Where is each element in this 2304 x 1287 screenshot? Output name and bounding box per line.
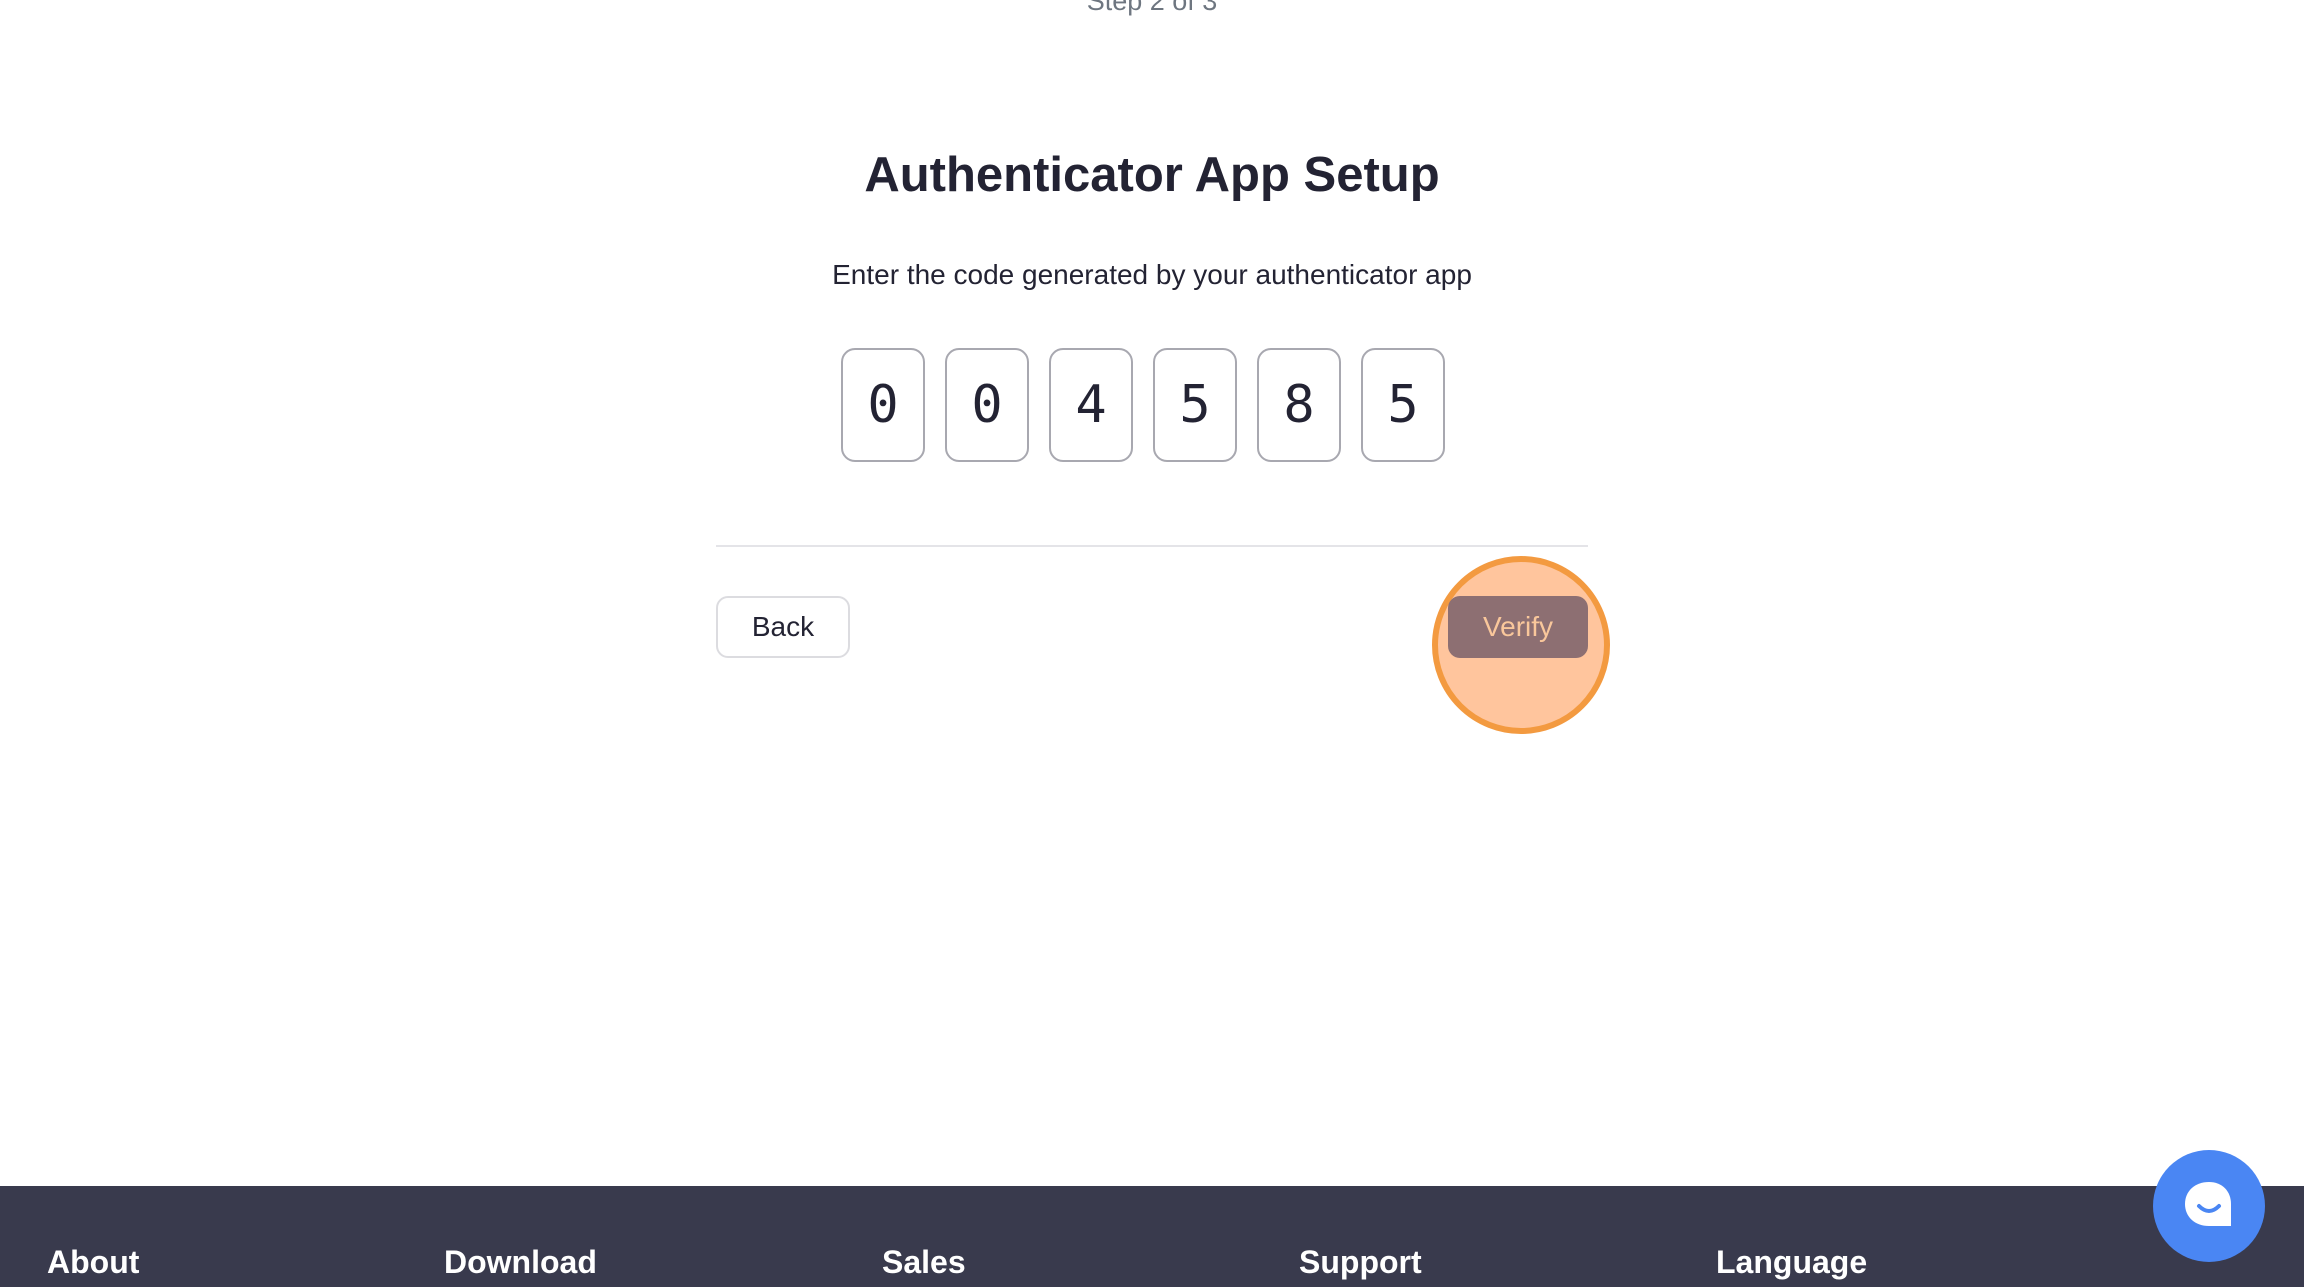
code-digit-4[interactable]: 5 — [1153, 348, 1237, 462]
code-digit-3[interactable]: 4 — [1049, 348, 1133, 462]
verify-button[interactable]: Verify — [1448, 596, 1588, 658]
code-digit-1[interactable]: 0 — [841, 348, 925, 462]
footer-heading-download[interactable]: Download — [444, 1242, 597, 1282]
code-digit-5[interactable]: 8 — [1257, 348, 1341, 462]
footer-heading-about[interactable]: About — [47, 1242, 139, 1282]
page: Step 2 of 3 Authenticator App Setup Ente… — [0, 0, 2304, 1287]
chat-bubble-icon — [2185, 1182, 2231, 1226]
back-button[interactable]: Back — [716, 596, 850, 658]
instruction-text: Enter the code generated by your authent… — [832, 259, 1472, 290]
footer-heading-sales[interactable]: Sales — [882, 1242, 966, 1282]
verification-code-inputs: 0 0 4 5 8 5 — [841, 348, 1445, 462]
step-indicator: Step 2 of 3 — [1086, 0, 1218, 16]
chat-button[interactable] — [2153, 1150, 2265, 1262]
page-title: Authenticator App Setup — [864, 148, 1440, 202]
footer-heading-support[interactable]: Support — [1299, 1242, 1422, 1282]
divider — [716, 545, 1588, 547]
footer-heading-language[interactable]: Language — [1716, 1242, 1867, 1282]
code-digit-2[interactable]: 0 — [945, 348, 1029, 462]
footer — [0, 1186, 2304, 1287]
code-digit-6[interactable]: 5 — [1361, 348, 1445, 462]
